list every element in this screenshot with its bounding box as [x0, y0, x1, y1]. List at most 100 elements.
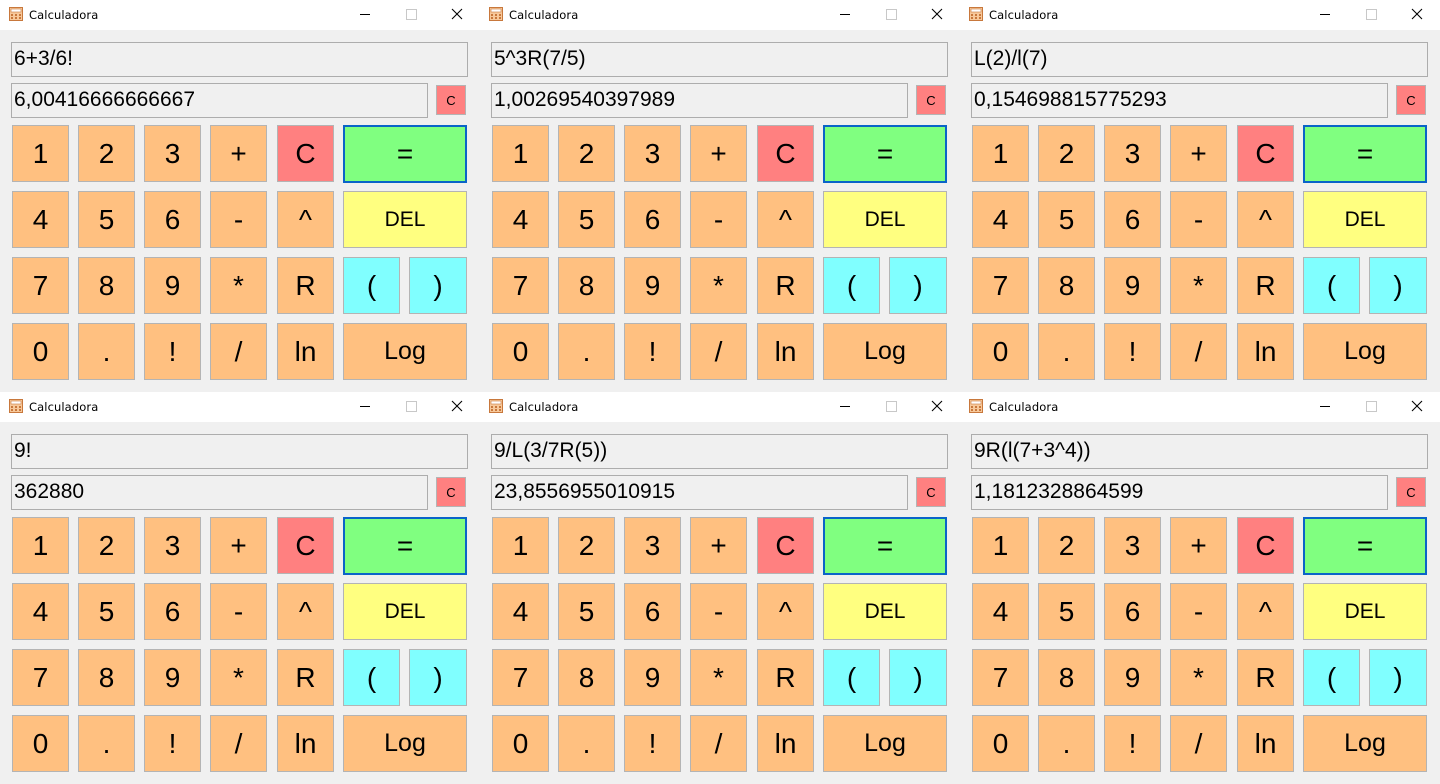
- digit-7-button[interactable]: 7: [972, 649, 1029, 706]
- digit-7-button[interactable]: 7: [492, 257, 549, 314]
- factorial-button[interactable]: !: [1104, 323, 1161, 380]
- digit-2-button[interactable]: 2: [1038, 517, 1095, 574]
- open-paren-button[interactable]: (: [343, 257, 400, 314]
- plus-button[interactable]: +: [690, 125, 747, 182]
- title-bar[interactable]: Calculadora: [480, 0, 960, 30]
- digit-5-button[interactable]: 5: [78, 583, 135, 640]
- digit-9-button[interactable]: 9: [144, 649, 201, 706]
- maximize-button[interactable]: [1348, 392, 1394, 422]
- open-paren-button[interactable]: (: [1303, 257, 1360, 314]
- digit-9-button[interactable]: 9: [144, 257, 201, 314]
- plus-button[interactable]: +: [210, 517, 267, 574]
- clear-button[interactable]: C: [1237, 517, 1294, 574]
- small-clear-button[interactable]: C: [436, 85, 466, 115]
- title-bar[interactable]: Calculadora: [0, 392, 480, 422]
- plus-button[interactable]: +: [210, 125, 267, 182]
- ln-button[interactable]: ln: [757, 715, 814, 772]
- digit-2-button[interactable]: 2: [78, 125, 135, 182]
- minimize-button[interactable]: [822, 392, 868, 422]
- digit-1-button[interactable]: 1: [12, 517, 69, 574]
- factorial-button[interactable]: !: [624, 323, 681, 380]
- divide-button[interactable]: /: [1170, 715, 1227, 772]
- expression-field[interactable]: 9R(l(7+3^4)): [971, 434, 1428, 469]
- equals-button[interactable]: =: [343, 517, 467, 575]
- digit-9-button[interactable]: 9: [1104, 257, 1161, 314]
- clear-button[interactable]: C: [757, 125, 814, 182]
- maximize-button[interactable]: [388, 392, 434, 422]
- digit-6-button[interactable]: 6: [1104, 191, 1161, 248]
- ln-button[interactable]: ln: [277, 715, 334, 772]
- plus-button[interactable]: +: [1170, 517, 1227, 574]
- delete-button[interactable]: DEL: [1303, 191, 1427, 248]
- decimal-button[interactable]: .: [1038, 715, 1095, 772]
- ln-button[interactable]: ln: [757, 323, 814, 380]
- delete-button[interactable]: DEL: [823, 583, 947, 640]
- power-button[interactable]: ^: [277, 191, 334, 248]
- digit-6-button[interactable]: 6: [624, 191, 681, 248]
- open-paren-button[interactable]: (: [823, 257, 880, 314]
- equals-button[interactable]: =: [823, 125, 947, 183]
- log-button[interactable]: Log: [343, 323, 467, 380]
- multiply-button[interactable]: *: [1170, 649, 1227, 706]
- title-bar[interactable]: Calculadora: [960, 392, 1440, 422]
- result-field[interactable]: 1,00269540397989: [491, 83, 908, 118]
- divide-button[interactable]: /: [1170, 323, 1227, 380]
- expression-field[interactable]: 9/L(3/7R(5)): [491, 434, 948, 469]
- result-field[interactable]: 23,8556955010915: [491, 475, 908, 510]
- divide-button[interactable]: /: [210, 715, 267, 772]
- digit-5-button[interactable]: 5: [1038, 583, 1095, 640]
- minimize-button[interactable]: [1302, 392, 1348, 422]
- digit-7-button[interactable]: 7: [12, 649, 69, 706]
- digit-5-button[interactable]: 5: [78, 191, 135, 248]
- small-clear-button[interactable]: C: [436, 477, 466, 507]
- digit-4-button[interactable]: 4: [972, 583, 1029, 640]
- decimal-button[interactable]: .: [1038, 323, 1095, 380]
- minus-button[interactable]: -: [210, 191, 267, 248]
- minimize-button[interactable]: [342, 0, 388, 30]
- minus-button[interactable]: -: [1170, 191, 1227, 248]
- digit-8-button[interactable]: 8: [1038, 257, 1095, 314]
- divide-button[interactable]: /: [210, 323, 267, 380]
- digit-0-button[interactable]: 0: [972, 323, 1029, 380]
- expression-field[interactable]: 5^3R(7/5): [491, 42, 948, 77]
- close-paren-button[interactable]: ): [409, 257, 467, 314]
- digit-6-button[interactable]: 6: [144, 191, 201, 248]
- delete-button[interactable]: DEL: [1303, 583, 1427, 640]
- maximize-button[interactable]: [868, 0, 914, 30]
- multiply-button[interactable]: *: [690, 649, 747, 706]
- maximize-button[interactable]: [1348, 0, 1394, 30]
- equals-button[interactable]: =: [823, 517, 947, 575]
- maximize-button[interactable]: [868, 392, 914, 422]
- minimize-button[interactable]: [1302, 0, 1348, 30]
- divide-button[interactable]: /: [690, 323, 747, 380]
- small-clear-button[interactable]: C: [916, 477, 946, 507]
- open-paren-button[interactable]: (: [823, 649, 880, 706]
- digit-3-button[interactable]: 3: [1104, 125, 1161, 182]
- root-button[interactable]: R: [757, 649, 814, 706]
- title-bar[interactable]: Calculadora: [960, 0, 1440, 30]
- digit-9-button[interactable]: 9: [624, 257, 681, 314]
- decimal-button[interactable]: .: [78, 715, 135, 772]
- log-button[interactable]: Log: [1303, 715, 1427, 772]
- digit-7-button[interactable]: 7: [492, 649, 549, 706]
- expression-field[interactable]: 9!: [11, 434, 468, 469]
- minimize-button[interactable]: [342, 392, 388, 422]
- result-field[interactable]: 0,154698815775293: [971, 83, 1388, 118]
- digit-0-button[interactable]: 0: [492, 323, 549, 380]
- root-button[interactable]: R: [1237, 257, 1294, 314]
- small-clear-button[interactable]: C: [1396, 85, 1426, 115]
- factorial-button[interactable]: !: [144, 715, 201, 772]
- clear-button[interactable]: C: [277, 125, 334, 182]
- multiply-button[interactable]: *: [690, 257, 747, 314]
- delete-button[interactable]: DEL: [343, 583, 467, 640]
- digit-7-button[interactable]: 7: [972, 257, 1029, 314]
- close-paren-button[interactable]: ): [889, 649, 947, 706]
- ln-button[interactable]: ln: [1237, 323, 1294, 380]
- digit-4-button[interactable]: 4: [492, 583, 549, 640]
- digit-4-button[interactable]: 4: [12, 191, 69, 248]
- minimize-button[interactable]: [822, 0, 868, 30]
- log-button[interactable]: Log: [343, 715, 467, 772]
- close-button[interactable]: [1394, 0, 1440, 30]
- factorial-button[interactable]: !: [624, 715, 681, 772]
- clear-button[interactable]: C: [1237, 125, 1294, 182]
